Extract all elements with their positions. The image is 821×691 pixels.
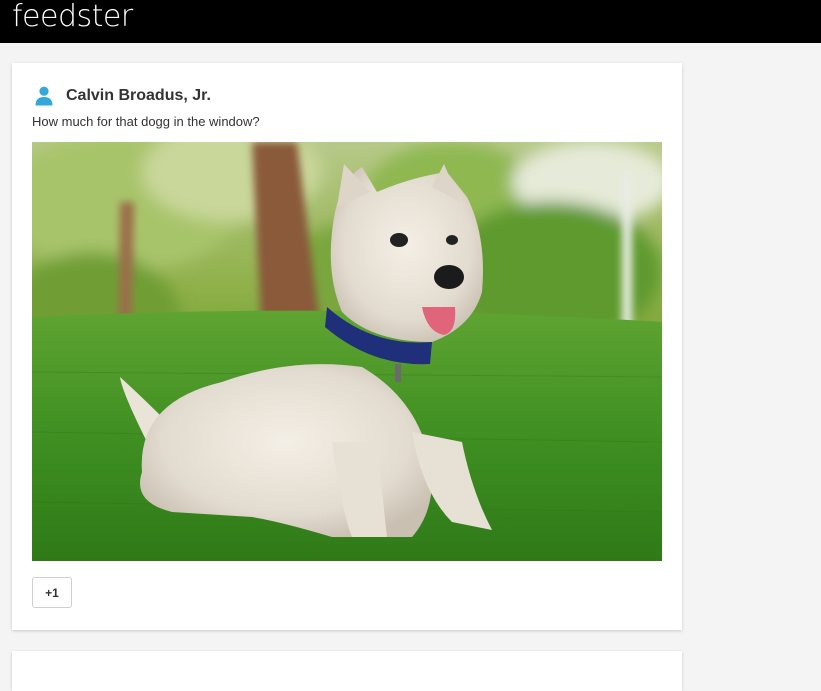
post-photo: [32, 142, 662, 561]
brand-logo[interactable]: feedster: [12, 0, 133, 34]
plus-one-button[interactable]: +1: [32, 577, 72, 608]
next-feed-post-card: [12, 651, 682, 691]
feed-post-card: Calvin Broadus, Jr. How much for that do…: [12, 63, 682, 630]
top-navbar: feedster: [0, 0, 821, 43]
post-author-name[interactable]: Calvin Broadus, Jr.: [66, 87, 211, 105]
person-icon: [34, 86, 54, 106]
post-header: Calvin Broadus, Jr.: [34, 85, 211, 107]
post-text: How much for that dogg in the window?: [32, 114, 260, 129]
